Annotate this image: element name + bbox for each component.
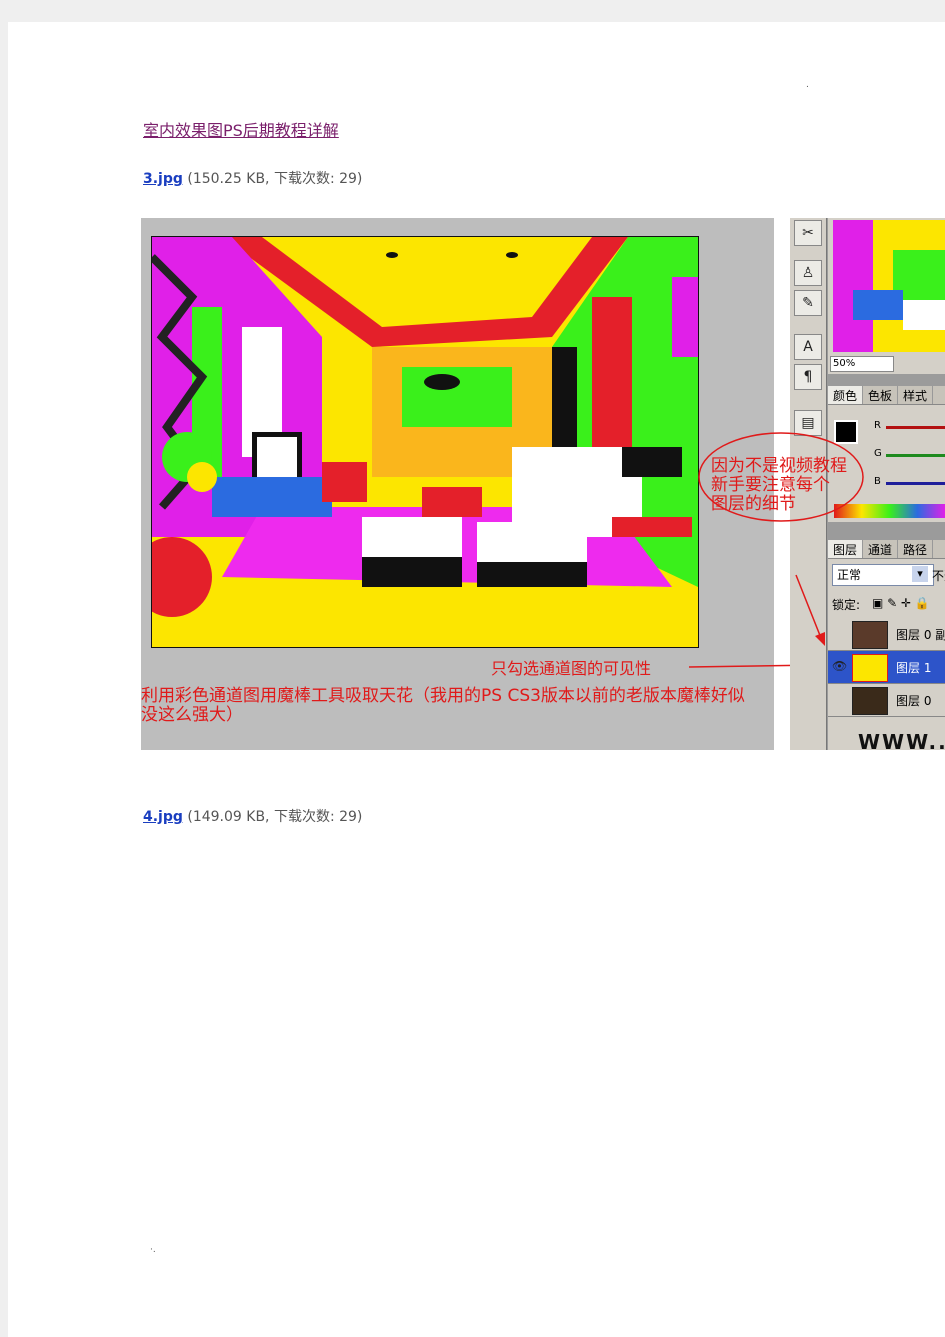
tab-styles[interactable]: 样式 <box>898 386 934 404</box>
layer-thumbnail <box>852 687 888 715</box>
channel-b-label: B <box>874 476 881 487</box>
annotation-arrow-to-layer <box>795 574 825 646</box>
lock-label: 锁定: <box>832 598 861 612</box>
visible-annotation: 只勾选通道图的可见性 <box>491 659 652 678</box>
tab-color[interactable]: 颜色 <box>828 386 864 404</box>
history-brush-icon[interactable]: ✎ <box>794 290 822 316</box>
channel-g-slider[interactable] <box>886 454 945 457</box>
layer-row[interactable]: 图层 0 <box>828 684 945 717</box>
tab-paths[interactable]: 路径 <box>898 540 934 558</box>
layer-thumbnail <box>852 654 888 682</box>
layer-name: 图层 1 <box>896 661 932 675</box>
color-channel-room-image <box>151 236 699 648</box>
layer-name: 图层 0 <box>896 694 932 708</box>
page-title-link[interactable]: 室内效果图PS后期教程详解 <box>143 117 339 141</box>
layers-panel: 图层通道路径 正常 ▾ 不透 锁定: ▣ ✎ ✛ 🔒 图层 0 副 👁 图层 1… <box>828 540 945 750</box>
zoom-field[interactable]: 50% <box>830 356 894 372</box>
attachment-3: 3.jpg (150.25 KB, 下载次数: 29) <box>143 168 362 188</box>
crop-tool-icon[interactable]: ✂ <box>794 220 822 246</box>
attachment-4: 4.jpg (149.09 KB, 下载次数: 29) <box>143 806 362 826</box>
tab-channels[interactable]: 通道 <box>863 540 899 558</box>
navigator-panel: 50% <box>828 218 945 374</box>
channel-r-slider[interactable] <box>886 426 945 429</box>
attachment-link[interactable]: 3.jpg <box>143 171 183 187</box>
attachment-meta: (149.09 KB, 下载次数: 29) <box>187 809 363 825</box>
paragraph-icon[interactable]: ¶ <box>794 364 822 390</box>
layer-row-selected[interactable]: 👁 图层 1 <box>828 651 945 684</box>
layer-name: 图层 0 副 <box>896 628 945 642</box>
chevron-down-icon[interactable]: ▾ <box>912 566 928 582</box>
magic-wand-annotation-line2: 没这么强大） <box>141 705 243 725</box>
color-panel-tabs: 颜色 色板 样式 <box>828 386 945 405</box>
watermark-text: WWW.. <box>858 730 945 750</box>
channel-r-label: R <box>874 420 881 431</box>
page-mark: . <box>806 80 809 90</box>
navigator-thumbnail <box>833 220 945 352</box>
channel-b-slider[interactable] <box>886 482 945 485</box>
tutorial-screenshot: 只勾选通道图的可见性 利用彩色通道图用魔棒工具吸取天花（我用的PS CS3版本以… <box>141 218 945 750</box>
tab-layers[interactable]: 图层 <box>828 540 864 558</box>
tab-swatches[interactable]: 色板 <box>863 386 899 404</box>
attachment-link[interactable]: 4.jpg <box>143 809 183 825</box>
layer-row[interactable]: 图层 0 副 <box>828 618 945 651</box>
attachment-meta: (150.25 KB, 下载次数: 29) <box>187 171 363 187</box>
stamp-tool-icon[interactable]: ♙ <box>794 260 822 286</box>
layer-thumbnail <box>852 621 888 649</box>
channel-g-label: G <box>874 448 882 459</box>
lock-icons[interactable]: ▣ ✎ ✛ 🔒 <box>872 596 930 610</box>
opacity-label: 不透 <box>932 569 945 583</box>
eye-icon[interactable]: 👁 <box>832 659 847 673</box>
layers-panel-tabs: 图层 通道 路径 <box>828 540 945 559</box>
page-mark: ·. <box>150 1245 156 1255</box>
type-tool-icon[interactable]: A <box>794 334 822 360</box>
note-line-3: 图层的细节 <box>711 494 796 514</box>
